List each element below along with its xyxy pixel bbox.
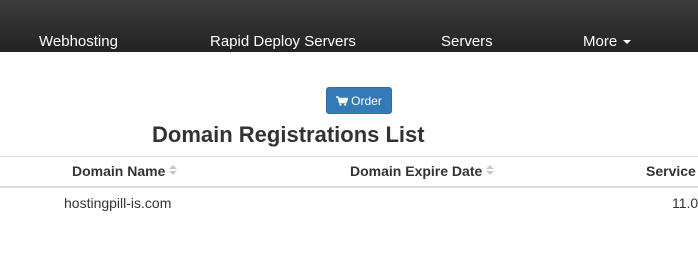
column-header-label: Service (646, 163, 696, 179)
table-header-border (0, 186, 698, 188)
page-title: Domain Registrations List (152, 122, 425, 147)
cell-domain-name: hostingpill-is.com (64, 195, 172, 211)
column-header-domain-expire-date[interactable]: Domain Expire Date (350, 163, 495, 179)
column-header-service[interactable]: Service (646, 163, 696, 179)
nav-item-more-dropdown[interactable]: More (583, 33, 632, 50)
nav-item-servers[interactable]: Servers (441, 33, 493, 50)
table-top-border (0, 156, 698, 157)
sort-icon (486, 165, 495, 175)
order-button-label: Order (351, 93, 382, 108)
caret-down-icon (623, 40, 632, 45)
nav-item-more-label: More (583, 33, 618, 50)
cell-service: 11.0 (672, 195, 698, 211)
column-header-label: Domain Name (72, 163, 166, 179)
sort-icon (169, 165, 178, 175)
top-navbar: Webhosting Rapid Deploy Servers Servers … (0, 0, 698, 52)
column-header-label: Domain Expire Date (350, 163, 483, 179)
nav-item-rapid-deploy-servers[interactable]: Rapid Deploy Servers (210, 33, 356, 50)
nav-item-webhosting[interactable]: Webhosting (39, 33, 118, 50)
column-header-domain-name[interactable]: Domain Name (72, 163, 178, 179)
order-button[interactable]: Order (326, 87, 392, 114)
shopping-cart-icon (336, 95, 349, 106)
